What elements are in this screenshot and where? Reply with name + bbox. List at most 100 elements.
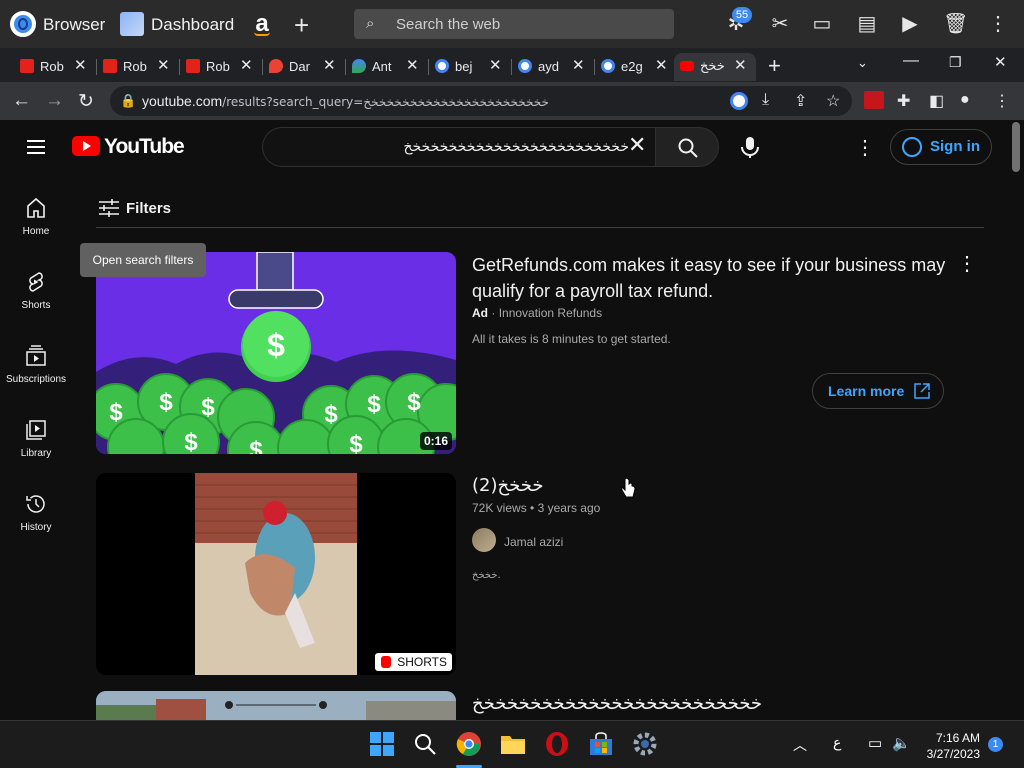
restore-icon[interactable]: ❐ (949, 54, 962, 71)
network-monitor-icon[interactable]: ▭ (868, 734, 882, 752)
ad-thumbnail[interactable]: $ $ $ $ $ $ $ $ $ $ 0:16 (96, 252, 456, 454)
youtube-logo-icon[interactable] (72, 136, 100, 156)
notification-count-badge[interactable]: 1 (988, 737, 1003, 752)
side-panel-icon[interactable]: ◧ (929, 91, 944, 111)
chrome-menu-icon[interactable]: ⋮ (994, 91, 1010, 111)
roblox-icon (103, 59, 117, 73)
search-box[interactable] (262, 127, 656, 167)
more-vertical-icon[interactable]: ⋮ (986, 12, 1010, 36)
input-language-indicator[interactable]: ع (833, 735, 841, 751)
close-icon[interactable]: ✕ (323, 56, 336, 74)
video-thumbnail[interactable]: SHORTS (96, 473, 456, 675)
profile-avatar-icon[interactable]: ● (960, 91, 970, 109)
tab-active-youtube[interactable]: خخخ ✕ (674, 53, 756, 81)
dashboard-icon[interactable] (120, 12, 144, 36)
filters-label: Filters (126, 200, 172, 217)
ad-title[interactable]: GetRefunds.com makes it easy to see if y… (472, 252, 952, 304)
close-icon[interactable]: ✕ (240, 56, 253, 74)
windows-start-icon[interactable] (369, 731, 395, 757)
close-icon[interactable]: ✕ (74, 56, 87, 74)
tab-6[interactable]: ayd ✕ (512, 53, 594, 81)
volume-speaker-icon[interactable]: 🔈 (892, 734, 911, 752)
sidebar-item-subscriptions[interactable]: Subscriptions (0, 344, 72, 385)
roblox-icon (20, 59, 34, 73)
notification-badge: 55 (732, 7, 752, 23)
tab-3[interactable]: Dar ✕ (263, 53, 345, 81)
tab-5[interactable]: bej ✕ (429, 53, 511, 81)
page-scrollbar[interactable] (1012, 122, 1020, 172)
close-icon[interactable]: ✕ (655, 56, 668, 74)
close-icon[interactable]: ✕ (734, 56, 747, 74)
microsoft-store-icon[interactable] (588, 731, 614, 757)
close-icon[interactable]: ✕ (572, 56, 585, 74)
video-title-2[interactable]: خخخخخخخخخخخخخخخخخخخخخخخخخ (472, 691, 762, 717)
scissors-icon[interactable]: ✂ (768, 12, 792, 36)
clock[interactable]: 7:16 AM 3/27/2023 (918, 730, 980, 762)
sidebar-item-library[interactable]: Library (0, 418, 72, 459)
sidebar-item-shorts[interactable]: Shorts (0, 270, 72, 311)
search-icon[interactable] (412, 731, 438, 757)
sidebar-item-history[interactable]: History (0, 492, 72, 533)
settings-gear-icon[interactable] (632, 731, 658, 757)
omnibox[interactable]: 🔒 youtube.com/results?search_query=خخخخخ… (110, 86, 852, 116)
opera-search-box[interactable]: ⌕ Search the web (354, 9, 674, 39)
show-hidden-icons-chevron-up-icon[interactable]: ︿ (793, 735, 807, 755)
tab-search-chevron-down-icon[interactable]: ⌄ (857, 55, 868, 71)
youtube-wordmark[interactable]: YouTube (104, 135, 185, 159)
file-explorer-folder-icon[interactable] (500, 731, 526, 757)
share-icon[interactable]: ⇪ (794, 91, 807, 111)
clear-search-close-icon[interactable]: ✕ (628, 134, 646, 156)
trash-icon[interactable]: 🗑 (943, 12, 968, 36)
ad-description: All it takes is 8 minutes to get started… (472, 332, 671, 346)
sign-in-button[interactable]: Sign in (890, 129, 992, 165)
microphone-icon (741, 137, 759, 158)
bookmark-star-icon[interactable]: ☆ (826, 91, 840, 111)
tab-2[interactable]: Rob ✕ (180, 53, 262, 81)
settings-more-vertical-icon[interactable]: ⋮ (855, 135, 875, 160)
menu-hamburger-icon[interactable] (27, 140, 45, 154)
back-arrow-icon[interactable]: ← (12, 90, 31, 112)
advertiser-name[interactable]: Innovation Refunds (499, 306, 602, 320)
search-button[interactable] (655, 127, 719, 167)
tab-0[interactable]: Rob ✕ (14, 53, 96, 81)
chrome-taskbar-icon[interactable] (456, 731, 482, 757)
ad-more-vertical-icon[interactable]: ⋮ (957, 251, 977, 276)
close-icon[interactable]: ✕ (157, 56, 170, 74)
new-workspace-plus-icon[interactable]: + (294, 10, 309, 41)
window-close-icon[interactable]: ✕ (994, 53, 1007, 71)
tab-1[interactable]: Rob ✕ (97, 53, 179, 81)
reload-icon[interactable]: ↻ (78, 90, 94, 113)
filters-button[interactable]: Filters (98, 198, 171, 223)
minimize-icon[interactable]: — (903, 52, 919, 70)
install-app-icon[interactable]: ⤓ (762, 91, 769, 109)
sidebar-item-home[interactable]: Home (0, 196, 72, 237)
play-circle-icon[interactable]: ▶ (898, 12, 922, 36)
google-lens-icon[interactable] (730, 92, 748, 110)
puzzle-extensions-icon[interactable]: ✚ (897, 91, 910, 111)
close-icon[interactable]: ✕ (406, 56, 419, 74)
browser-tab-label[interactable]: Browser (43, 15, 105, 35)
channel-avatar[interactable] (472, 528, 496, 552)
address-toolbar: ← → ↻ 🔒 youtube.com/results?search_query… (0, 82, 1024, 120)
close-icon[interactable]: ✕ (489, 56, 502, 74)
tab-4[interactable]: Ant ✕ (346, 53, 428, 81)
video-camera-icon[interactable]: ▭ (810, 12, 834, 36)
clipboard-icon[interactable]: ▤ (855, 12, 879, 36)
video-thumbnail-2[interactable] (96, 691, 456, 720)
opera-taskbar-icon[interactable] (544, 731, 570, 757)
forward-arrow-icon[interactable]: → (45, 90, 64, 112)
sidebar-label: Home (22, 226, 50, 237)
new-tab-plus-icon[interactable]: + (768, 53, 781, 79)
learn-more-button[interactable]: Learn more (812, 373, 944, 409)
opera-logo-icon[interactable] (10, 11, 36, 37)
channel-name[interactable]: Jamal azizi (504, 535, 563, 549)
svg-text:$: $ (109, 399, 123, 426)
amazon-icon[interactable]: a (250, 10, 274, 38)
voice-search-button[interactable] (730, 127, 770, 167)
dashboard-tab-label[interactable]: Dashboard (151, 15, 234, 35)
extension-roblox-icon[interactable] (864, 91, 884, 109)
view-count: 72K views (472, 501, 527, 515)
video-title[interactable]: خخخخ(2) (472, 473, 544, 499)
search-input[interactable] (279, 136, 629, 158)
tab-7[interactable]: e2g ✕ (595, 53, 677, 81)
